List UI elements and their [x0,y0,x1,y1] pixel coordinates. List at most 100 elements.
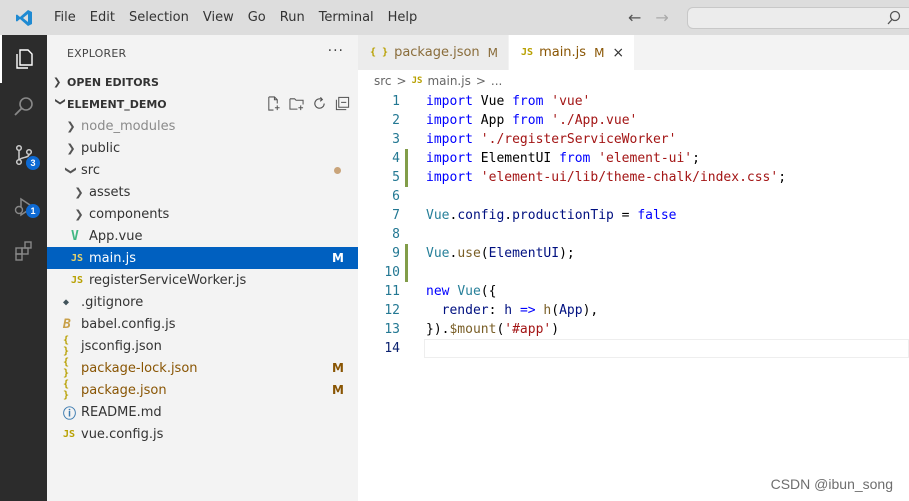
menu-item-help[interactable]: Help [381,0,425,35]
project-label: ELEMENT_DEMO [67,97,167,111]
open-editors-label: OPEN EDITORS [67,75,159,89]
info-file-icon: ⓘ [63,406,77,422]
code-line: 4 import ElementUI from 'element-ui'; [358,149,909,168]
source-control-icon[interactable]: 3 [0,131,47,179]
refresh-icon[interactable] [312,96,327,111]
search-icon [887,10,901,25]
tree-item[interactable]: { } package.json M [47,379,358,401]
code-token: ) [551,322,560,337]
collapse-all-icon[interactable] [335,96,350,111]
close-icon[interactable]: × [612,45,624,61]
line-number: 13 [384,322,400,337]
tree-item-label: public [81,140,121,156]
tree-item[interactable]: ◆ .gitignore [47,291,358,313]
tree-item-label: .gitignore [81,294,144,310]
tree-item[interactable]: JS main.js M [47,247,358,269]
chevron-right-icon: ❯ [74,207,84,221]
tree-item[interactable]: JS registerServiceWorker.js [47,269,358,291]
code-line: 3 import './registerServiceWorker' [358,130,909,149]
code-token: './registerServiceWorker' [480,132,677,147]
line-number: 4 [392,151,400,166]
breadcrumb-symbol[interactable]: ... [491,74,502,88]
tree-item[interactable]: ❯ assets [47,181,358,203]
babel-file-icon: B [63,316,71,332]
code-text: Vue.config.productionTip = false [426,206,676,225]
title-bar: File Edit Selection View Go Run Terminal Help ←… [0,0,909,35]
line-number: 10 [384,265,400,280]
forward-arrow-icon[interactable]: → [655,8,668,27]
nav-arrows: ← → [628,0,669,35]
code-token: }). [426,322,450,337]
code-token: from [512,113,544,128]
back-arrow-icon[interactable]: ← [628,8,641,27]
code-token: import [426,113,473,128]
code-token: import [426,132,473,147]
code-text: import './registerServiceWorker' [426,130,676,149]
tree-item[interactable]: { } package-lock.json M [47,357,358,379]
git-status-badge: M [332,361,344,375]
tree-item[interactable]: ❯ node_modules [47,115,358,137]
breadcrumb-separator: > [475,74,486,88]
tree-item[interactable]: { } jsconfig.json [47,335,358,357]
breadcrumb-folder[interactable]: src [374,74,392,88]
code-line: 1 import Vue from 'vue' [358,92,909,111]
line-number: 9 [392,246,400,261]
new-file-icon[interactable] [266,96,281,111]
tree-item[interactable]: JS vue.config.js [47,423,358,445]
code-token: config [457,208,505,223]
code-token: import [426,151,473,166]
line-number: 12 [384,303,400,318]
code-token: ( [551,303,560,318]
menu-item-view[interactable]: View [196,0,241,35]
tab-label: package.json [394,45,480,60]
watermark: CSDN @ibun_song [770,476,893,492]
menu-item-edit[interactable]: Edit [83,0,122,35]
json-file-icon: { } [63,335,70,357]
menu-item-run[interactable]: Run [273,0,312,35]
line-number: 2 [392,113,400,128]
open-editors-section[interactable]: ❯ OPEN EDITORS [47,71,358,93]
run-debug-icon[interactable]: 1 [0,183,47,231]
source-control-badge: 3 [26,156,40,170]
js-file-icon: JS [521,47,534,58]
breadcrumb-separator: > [396,74,407,88]
explorer-icon[interactable] [0,35,47,83]
editor-tab[interactable]: { } package.json M [358,35,510,70]
code-editor[interactable]: 1 import Vue from 'vue' 2 import App from '… [358,92,909,358]
added-line-marker [405,149,408,168]
editor-tab[interactable]: JS main.js M × [509,35,635,70]
extensions-icon[interactable] [0,227,47,275]
menu-bar: File Edit Selection View Go Run Terminal Help [47,0,424,35]
menu-item-file[interactable]: File [47,0,83,35]
tree-item[interactable]: ❯ src [47,159,358,181]
command-center-search[interactable] [687,7,909,29]
breadcrumb-file[interactable]: main.js [427,74,470,88]
tree-item[interactable]: ❯ public [47,137,358,159]
code-line: 13}).$mount('#app') [358,320,909,339]
json-file-icon: { } [63,357,70,379]
code-token: h [504,303,513,318]
tree-item-label: vue.config.js [81,426,164,442]
vscode-logo-icon [0,0,47,35]
project-section[interactable]: ❯ ELEMENT_DEMO [47,93,358,115]
new-folder-icon[interactable] [289,96,304,111]
code-line: 8 [358,225,909,244]
tree-item[interactable]: V App.vue [47,225,358,247]
tree-item[interactable]: ⓘ README.md [47,401,358,423]
tree-item-label: App.vue [89,228,143,244]
tree-item[interactable]: Bbabel.config.js [47,313,358,335]
code-text: import 'element-ui/lib/theme-chalk/index… [426,168,786,187]
line-number: 5 [392,170,400,185]
menu-item-selection[interactable]: Selection [122,0,196,35]
current-line-highlight [424,339,909,358]
more-actions-icon[interactable]: ··· [328,43,344,59]
code-token: import [426,170,473,185]
line-number: 6 [392,189,400,204]
search-icon[interactable] [0,83,47,131]
menu-item-go[interactable]: Go [241,0,273,35]
tree-item[interactable]: ❯ components [47,203,358,225]
code-text: import App from './App.vue' [426,111,637,130]
menu-item-terminal[interactable]: Terminal [312,0,381,35]
tree-item-label: components [89,206,170,222]
